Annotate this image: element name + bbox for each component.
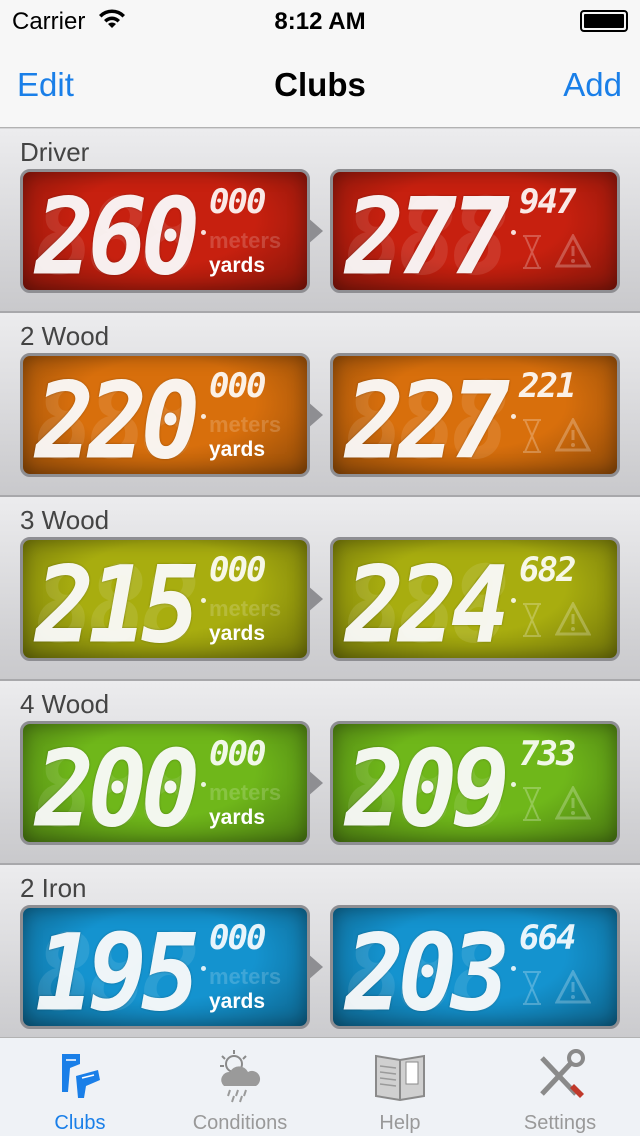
club-name: 3 Wood: [20, 505, 110, 535]
target-distance-whole: 215: [35, 544, 200, 661]
warning-icon: [555, 970, 591, 1004]
adjusted-distance-display[interactable]: 888 224 682: [330, 537, 620, 661]
target-distance-fraction: 000: [209, 366, 266, 406]
navigation-bar: Edit Clubs Add: [0, 40, 640, 128]
unit-yards: yards: [209, 438, 266, 461]
decimal-point: [511, 966, 516, 971]
adjusted-distance-fraction: 664: [519, 918, 576, 958]
target-distance-whole: 220: [35, 360, 200, 477]
adjusted-distance-whole: 227: [345, 360, 510, 477]
tab-label-settings: Settings: [523, 1112, 597, 1134]
adjusted-distance-display[interactable]: 888 227 221: [330, 353, 620, 477]
decimal-point: [201, 230, 206, 235]
add-button[interactable]: Add: [563, 66, 622, 104]
target-distance-fraction: 000: [209, 918, 266, 958]
target-distance-display[interactable]: 888 200 000 meters yards: [20, 721, 310, 845]
clubs-list[interactable]: Driver 888 260 000 meters yards 888 277 …: [0, 129, 640, 1037]
unit-meters: meters: [209, 412, 282, 437]
target-distance-display[interactable]: 888 195 000 meters yards: [20, 905, 310, 1029]
club-row[interactable]: Driver 888 260 000 meters yards 888 277 …: [0, 129, 640, 313]
tab-label-help: Help: [379, 1112, 421, 1134]
tab-conditions[interactable]: Conditions: [160, 1038, 320, 1136]
adjusted-distance-display[interactable]: 888 203 664: [330, 905, 620, 1029]
hourglass-icon: [523, 603, 541, 637]
club-row[interactable]: 4 Wood 888 200 000 meters yards 888 209 …: [0, 681, 640, 865]
adjusted-distance-fraction: 947: [519, 182, 576, 222]
arrow-indicator: [307, 769, 323, 797]
tab-clubs[interactable]: Clubs: [0, 1038, 160, 1136]
tab-label-clubs: Clubs: [54, 1112, 106, 1134]
adjusted-distance-whole: 277: [345, 176, 510, 293]
adjusted-distance-whole: 224: [345, 544, 510, 661]
warning-icon: [555, 418, 591, 452]
club-name: 2 Iron: [20, 873, 87, 903]
tab-label-conditions: Conditions: [192, 1112, 288, 1134]
tab-bar: Clubs Conditions Help Settings: [0, 1037, 640, 1136]
target-distance-whole: 260: [35, 176, 200, 293]
book-icon: [375, 1054, 425, 1102]
unit-yards: yards: [209, 622, 266, 645]
decimal-point: [511, 414, 516, 419]
arrow-indicator: [307, 953, 323, 981]
club-name: Driver: [20, 137, 90, 167]
battery-icon: [580, 10, 628, 32]
decimal-point: [511, 782, 516, 787]
unit-meters: meters: [209, 780, 282, 805]
warning-icon: [555, 234, 591, 268]
decimal-point: [511, 598, 516, 603]
target-distance-fraction: 000: [209, 182, 266, 222]
hourglass-icon: [523, 235, 541, 269]
status-bar: Carrier 8:12 AM: [0, 0, 640, 40]
adjusted-distance-fraction: 733: [519, 734, 576, 774]
club-row[interactable]: 3 Wood 888 215 000 meters yards 888 224 …: [0, 497, 640, 681]
target-distance-display[interactable]: 888 215 000 meters yards: [20, 537, 310, 661]
club-row[interactable]: 2 Iron 888 195 000 meters yards 888 203 …: [0, 865, 640, 1037]
adjusted-distance-fraction: 221: [519, 366, 576, 406]
tools-icon: [540, 1049, 585, 1098]
hourglass-icon: [523, 419, 541, 453]
adjusted-distance-display[interactable]: 888 277 947: [330, 169, 620, 293]
target-distance-fraction: 000: [209, 734, 266, 774]
golf-clubs-icon: [62, 1054, 100, 1098]
club-row[interactable]: 2 Wood 888 220 000 meters yards 888 227 …: [0, 313, 640, 497]
unit-meters: meters: [209, 228, 282, 253]
decimal-point: [201, 782, 206, 787]
page-title: Clubs: [274, 66, 366, 103]
decimal-point: [511, 230, 516, 235]
club-name: 4 Wood: [20, 689, 110, 719]
unit-meters: meters: [209, 596, 282, 621]
adjusted-distance-whole: 209: [345, 728, 510, 845]
unit-yards: yards: [209, 806, 266, 829]
tab-settings[interactable]: Settings: [480, 1038, 640, 1136]
status-time: 8:12 AM: [274, 8, 366, 35]
unit-meters: meters: [209, 964, 282, 989]
target-distance-display[interactable]: 888 220 000 meters yards: [20, 353, 310, 477]
adjusted-distance-whole: 203: [345, 912, 510, 1029]
target-distance-whole: 200: [35, 728, 200, 845]
target-distance-display[interactable]: 888 260 000 meters yards: [20, 169, 310, 293]
warning-icon: [555, 786, 591, 820]
hourglass-icon: [523, 787, 541, 821]
adjusted-distance-display[interactable]: 888 209 733: [330, 721, 620, 845]
hourglass-icon: [523, 971, 541, 1005]
club-name: 2 Wood: [20, 321, 110, 351]
arrow-indicator: [307, 585, 323, 613]
unit-yards: yards: [209, 990, 266, 1013]
decimal-point: [201, 414, 206, 419]
target-distance-fraction: 000: [209, 550, 266, 590]
decimal-point: [201, 966, 206, 971]
warning-icon: [555, 602, 591, 636]
decimal-point: [201, 598, 206, 603]
adjusted-distance-fraction: 682: [519, 550, 576, 590]
target-distance-whole: 195: [35, 912, 200, 1029]
arrow-indicator: [307, 217, 323, 245]
arrow-indicator: [307, 401, 323, 429]
tab-help[interactable]: Help: [320, 1038, 480, 1136]
unit-yards: yards: [209, 254, 266, 277]
weather-icon: [220, 1050, 261, 1103]
